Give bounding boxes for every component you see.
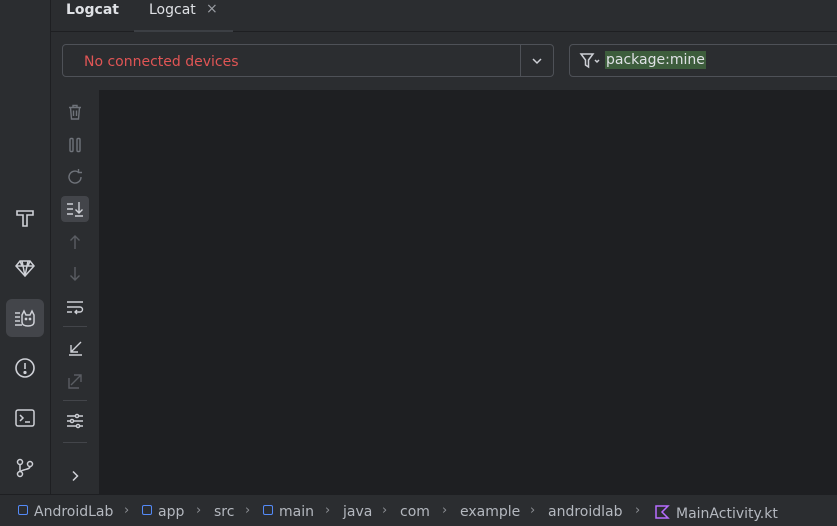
device-selector-value: No connected devices — [84, 54, 239, 70]
filter-input[interactable]: package:mine — [569, 44, 837, 77]
logcat-side-toolbar — [51, 90, 99, 494]
chevron-right-icon: › — [530, 503, 536, 518]
breadcrumb-java[interactable]: java — [343, 504, 372, 520]
restart-icon — [68, 169, 82, 184]
folder-icon — [263, 505, 273, 515]
soft-wrap-icon — [67, 301, 84, 315]
build-button[interactable] — [6, 199, 44, 237]
restart-button[interactable] — [61, 164, 89, 190]
chevron-right-icon: › — [245, 503, 251, 518]
git-icon — [16, 458, 34, 478]
chevron-right-icon: › — [382, 503, 388, 518]
module-icon — [18, 505, 28, 515]
up-button[interactable] — [61, 229, 89, 255]
divider — [520, 45, 521, 76]
chevron-right-icon — [72, 470, 79, 482]
down-arrow-icon — [70, 267, 80, 281]
pause-icon — [69, 137, 81, 153]
tool-window-title: Logcat — [66, 2, 119, 18]
problems-icon — [15, 358, 35, 378]
tab-logcat[interactable]: Logcat × — [134, 0, 233, 33]
breadcrumb-androidlab-package[interactable]: androidlab — [548, 504, 622, 520]
filter-query: package:mine — [605, 51, 706, 69]
tab-label: Logcat — [149, 2, 196, 18]
kotlin-file-icon — [655, 505, 670, 519]
build-icon — [16, 210, 34, 227]
chevron-right-icon: › — [442, 503, 448, 518]
toolbar-divider — [63, 442, 87, 443]
down-button[interactable] — [61, 261, 89, 287]
breadcrumb-app[interactable]: app — [142, 504, 184, 520]
breadcrumb-com[interactable]: com — [400, 504, 430, 520]
import-button[interactable] — [61, 335, 89, 361]
export-icon — [68, 374, 82, 389]
settings-sliders-icon — [67, 413, 83, 429]
expand-toolbar-button[interactable] — [61, 463, 89, 489]
logcat-button[interactable] — [6, 299, 44, 337]
tool-window-strip — [0, 0, 51, 494]
navigation-bar: AndroidLab › app › src › main › java › c… — [0, 494, 837, 526]
breadcrumb-src[interactable]: src — [214, 504, 234, 520]
import-icon — [69, 341, 82, 356]
terminal-icon — [15, 409, 35, 427]
module-icon — [142, 505, 152, 515]
device-selector[interactable]: No connected devices — [62, 44, 554, 77]
toolbar-divider — [63, 400, 87, 401]
breadcrumb-example[interactable]: example — [460, 504, 520, 520]
pause-button[interactable] — [61, 132, 89, 158]
logcat-icon — [15, 309, 35, 327]
trash-icon — [69, 104, 81, 120]
filter-icon[interactable] — [579, 52, 601, 70]
gem-icon — [15, 260, 35, 278]
breadcrumb-main[interactable]: main — [263, 504, 314, 520]
scroll-to-end-button[interactable] — [61, 196, 89, 222]
up-arrow-icon — [70, 235, 80, 249]
scroll-to-end-icon — [67, 202, 83, 217]
soft-wrap-button[interactable] — [61, 294, 89, 320]
tool-window-header: Logcat Logcat × — [51, 0, 837, 33]
log-output[interactable] — [99, 90, 837, 494]
breadcrumb-mainactivity[interactable]: MainActivity.kt — [654, 504, 778, 522]
problems-button[interactable] — [6, 349, 44, 387]
clear-button[interactable] — [61, 99, 89, 125]
git-button[interactable] — [6, 449, 44, 487]
chevron-right-icon: › — [124, 503, 130, 518]
terminal-button[interactable] — [6, 399, 44, 437]
chevron-down-icon[interactable] — [529, 54, 545, 68]
chevron-right-icon: › — [325, 503, 331, 518]
close-tab-icon[interactable]: × — [206, 0, 218, 18]
toolbar-divider — [63, 326, 87, 327]
gem-button[interactable] — [6, 249, 44, 287]
export-button[interactable] — [61, 368, 89, 394]
chevron-right-icon: › — [635, 503, 641, 518]
breadcrumb-androidlab[interactable]: AndroidLab — [18, 504, 113, 520]
logcat-settings-button[interactable] — [61, 408, 89, 434]
chevron-right-icon: › — [196, 503, 202, 518]
